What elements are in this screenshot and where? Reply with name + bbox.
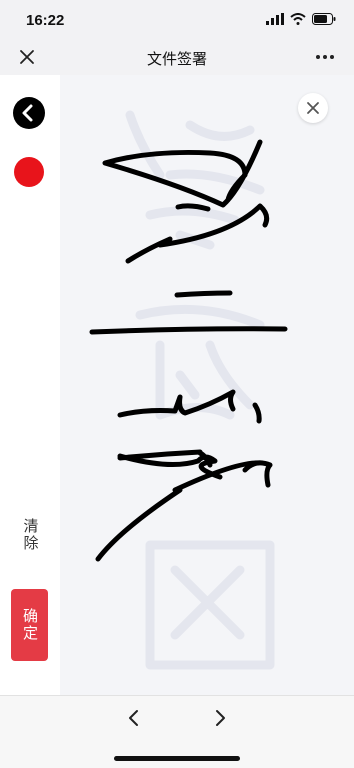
status-icons [266,13,336,25]
canvas-close-button[interactable] [298,93,328,123]
home-indicator [114,756,240,761]
battery-icon [312,13,336,25]
page-title: 文件签署 [146,51,207,68]
back-button[interactable] [13,97,45,129]
confirm-button[interactable]: 确定 [11,589,48,661]
chevron-left-icon[interactable] [124,708,144,728]
bottom-toolbar [0,695,354,768]
signature-strokes [89,139,288,562]
wifi-icon [290,13,306,25]
back-arrow-icon [22,104,33,122]
signal-icon [266,13,284,25]
chevron-right-icon[interactable] [210,708,230,728]
clear-button[interactable]: 清除 [18,505,42,565]
nav-bar: 文件签署 [0,40,354,74]
pen-color-swatch[interactable] [14,157,44,187]
close-icon [307,102,319,114]
more-icon[interactable] [314,46,336,68]
signature-canvas[interactable] [60,75,354,695]
status-bar: 16:22 [0,0,354,40]
status-time: 16:22 [26,12,65,29]
